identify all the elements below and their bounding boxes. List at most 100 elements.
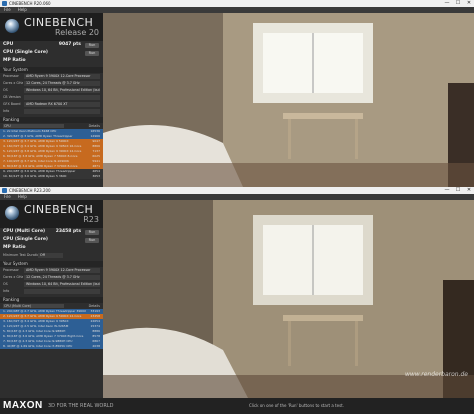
ranking-text: 4. 16C/32T @ 3.4 GHz, AMD Ryzen 9 3950X … xyxy=(3,144,82,148)
app-icon xyxy=(2,188,7,193)
renderbaron-watermark: www.renderbaron.de xyxy=(404,371,468,378)
r20-window: CINEBENCH R20.060 — ☐ ✕ File Help CINEBEN… xyxy=(0,0,474,187)
system-value: AMD Radeon RX 6700 XT xyxy=(24,102,100,107)
system-row: Info xyxy=(0,288,103,295)
ranking-text: 7. 8C/16T @ 2.3 GHz, Intel Core i9-9880H… xyxy=(3,339,73,343)
maxon-logo: MAXON xyxy=(3,400,43,411)
r23-side-panel: CINEBENCH R23 CPU (Multi Core) 23458 pts… xyxy=(0,200,103,398)
status-bar: MAXON 3D FOR THE REAL WORLD Click on one… xyxy=(0,398,474,414)
menu-help[interactable]: Help xyxy=(18,7,27,12)
system-value: 12 Cores, 24 Threads @ 3.7 GHz xyxy=(24,275,100,280)
system-key: Cores x GHz xyxy=(3,275,24,279)
system-row: OS Windows 10, 64 Bit, Professional Editi… xyxy=(0,281,103,288)
ranking-text: 8. 8C/16T @ 3.6 GHz, AMD Ryzen 7 3700X 8… xyxy=(3,164,78,168)
ranking-text: 6. 8C/16T @ 3.6 GHz, AMD Ryzen 7 3700X E… xyxy=(3,334,84,338)
ranking-text: 3. 16C/32T @ 3.4 GHz, AMD Ryzen 9 3950X xyxy=(3,319,69,323)
system-row: Cores x GHz 12 Cores, 24 Threads @ 3.7 GH… xyxy=(0,274,103,281)
system-key: GFX Board xyxy=(3,102,21,106)
score-label: MP Ratio xyxy=(3,58,26,63)
ranking-text: 3. 12C/24T @ 3.7 GHz, AMD Ryzen 9 5900X xyxy=(3,139,69,143)
ranking-text: 6. 8C/16T @ 3.8 GHz, AMD Ryzen 7 5800X 8… xyxy=(3,154,78,158)
system-value xyxy=(24,95,100,100)
run-button[interactable]: Run xyxy=(85,50,99,56)
close-icon[interactable]: ✕ xyxy=(464,0,474,7)
ranking-select[interactable]: CPU (Multi Core) xyxy=(3,304,64,308)
close-icon[interactable]: ✕ xyxy=(464,187,474,194)
run-button[interactable]: Run xyxy=(85,229,99,235)
system-row: OS Windows 10, 64 Bit, Professional Editi… xyxy=(0,87,103,94)
score-label: MP Ratio xyxy=(3,245,26,250)
score-label: CPU (Single Core) xyxy=(3,237,48,242)
ranking-text: 1. 24C/48T @ 2.7 GHz, AMD Ryzen Threadri… xyxy=(3,309,87,313)
system-row: CB Version xyxy=(0,94,103,101)
min-duration-select[interactable]: Off xyxy=(38,253,63,258)
system-value[interactable] xyxy=(24,109,100,114)
r20-score-single: CPU (Single Core) Run xyxy=(0,49,103,57)
system-key: Processor xyxy=(3,74,19,78)
r23-logo-release: R23 xyxy=(83,215,99,224)
ranking-text: 2. 32C/64T @ 3 GHz, AMD Ryzen Threadripp… xyxy=(3,134,73,138)
ranking-score: 3653 xyxy=(92,174,100,178)
cinebench-logo-icon xyxy=(5,206,19,220)
ranking-text: 9. 24C/48T @ 3.6 GHz, AMD Ryzen Threadri… xyxy=(3,169,76,173)
ranking-text: 7. 10C/20T @ 3.7 GHz, Intel Core i9-1090… xyxy=(3,159,69,163)
system-value: AMD Ryzen 9 5900X 12-Core Processor xyxy=(24,74,100,79)
minimize-icon[interactable]: — xyxy=(442,187,452,194)
maximize-icon[interactable]: ☐ xyxy=(453,187,463,194)
ranking-score: 2038 xyxy=(92,344,100,348)
maximize-icon[interactable]: ☐ xyxy=(453,0,463,7)
r20-score-mp: MP Ratio xyxy=(0,57,103,65)
ranking-row[interactable]: 10. 6C/12T @ 3.6 GHz, AMD Ryzen 5 3600 36… xyxy=(0,174,103,179)
r23-render-viewport: www.renderbaron.de xyxy=(103,200,474,398)
r23-score-single: CPU (Single Core) Run xyxy=(0,236,103,244)
system-row: Processor AMD Ryzen 9 5900X 12-Core Proce… xyxy=(0,73,103,80)
system-row: Cores x GHz 12 Cores, 24 Threads @ 3.7 GH… xyxy=(0,80,103,87)
r20-titlebar: CINEBENCH R20.060 — ☐ ✕ xyxy=(0,0,474,7)
room-render-image xyxy=(103,13,474,187)
menu-help[interactable]: Help xyxy=(18,194,27,199)
system-value: Windows 10, 64 Bit, Professional Edition… xyxy=(24,88,100,93)
r20-render-viewport xyxy=(103,13,474,187)
system-row: GFX Board AMD Radeon RX 6700 XT xyxy=(0,101,103,108)
room-render-image xyxy=(103,200,474,398)
ranking-select[interactable]: CPU xyxy=(3,124,64,128)
r20-score-cpu: CPU 9047 pts Run xyxy=(0,41,103,49)
run-button[interactable]: Run xyxy=(85,237,99,243)
ranking-text: 4. 12C/24T @ 2.5 GHz, Intel Xeon W-3265M xyxy=(3,324,69,328)
system-key: OS xyxy=(3,282,8,286)
score-value: 23458 pts xyxy=(55,229,81,234)
r20-logo: CINEBENCH Release 20 xyxy=(0,13,103,41)
ranking-text: 5. 8C/16T @ 2.3 GHz, Intel Core i9-9880H xyxy=(3,329,66,333)
minimize-icon[interactable]: — xyxy=(442,0,452,7)
r23-score-mp: MP Ratio xyxy=(0,244,103,252)
r23-logo: CINEBENCH R23 xyxy=(0,200,103,228)
ranking-text: 2. 12C/24T @ 3.7 GHz, AMD Ryzen 9 5900X … xyxy=(3,314,82,318)
min-duration-label: Minimum Test Duration xyxy=(3,253,42,257)
r20-side-panel: CINEBENCH Release 20 CPU 9047 pts Run CP… xyxy=(0,13,103,187)
system-key: CB Version xyxy=(3,95,21,99)
r23-window-title: CINEBENCH R23.200 xyxy=(9,188,51,193)
system-key: Processor xyxy=(3,268,19,272)
score-label: CPU (Single Core) xyxy=(3,50,48,55)
r23-ranking-list: 1. 24C/48T @ 2.7 GHz, AMD Ryzen Threadri… xyxy=(0,309,103,349)
maxon-tagline: 3D FOR THE REAL WORLD xyxy=(48,403,114,409)
run-button[interactable]: Run xyxy=(85,42,99,48)
score-label: CPU xyxy=(3,42,14,47)
ranking-row[interactable]: 8. 4C/8T @ 1.69 GHz, Intel Core i7-8565U… xyxy=(0,344,103,349)
system-row: Processor AMD Ryzen 9 5900X 12-Core Proce… xyxy=(0,267,103,274)
system-value: 12 Cores, 24 Threads @ 3.7 GHz xyxy=(24,81,100,86)
r20-ranking-list: 1. 2x Intel Xeon Platinum 8168 CPU 16536 2… xyxy=(0,129,103,179)
system-row: Info xyxy=(0,108,103,115)
system-value[interactable] xyxy=(24,289,100,294)
app-icon xyxy=(2,1,7,6)
status-hint: Click on one of the 'Run' buttons to sta… xyxy=(249,403,344,408)
menu-file[interactable]: File xyxy=(4,7,11,12)
r23-titlebar: CINEBENCH R23.200 — ☐ ✕ xyxy=(0,187,474,194)
cinebench-logo-icon xyxy=(5,19,19,33)
r20-logo-release: Release 20 xyxy=(55,28,99,37)
menu-file[interactable]: File xyxy=(4,194,11,199)
system-key: Info xyxy=(3,109,10,113)
system-value: Windows 10, 64 Bit, Professional Edition… xyxy=(24,282,100,287)
ranking-text: 1. 2x Intel Xeon Platinum 8168 CPU xyxy=(3,129,57,133)
r20-window-title: CINEBENCH R20.060 xyxy=(9,1,51,6)
